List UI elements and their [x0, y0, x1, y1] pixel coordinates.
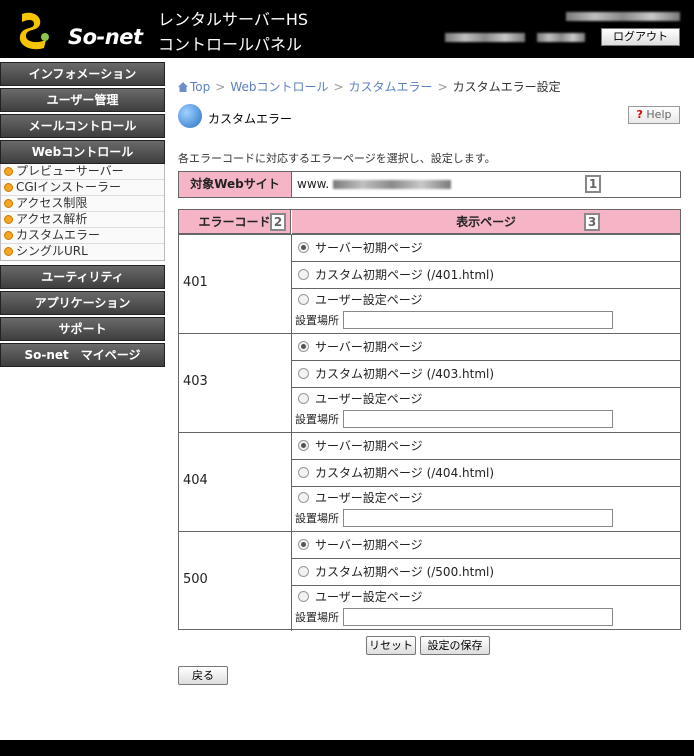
callout-number-1: 1	[585, 175, 601, 193]
radio-selected[interactable]	[298, 539, 309, 550]
logout-button[interactable]: ログアウト	[601, 28, 680, 46]
option-user-defined: ユーザー設定ページ 設置場所	[292, 586, 680, 629]
logo-mark-icon	[19, 12, 49, 50]
sidebar-subitem-access-restriction[interactable]: アクセス制限	[1, 196, 164, 212]
sidebar-item-mail-control[interactable]: メールコントロール	[0, 114, 165, 138]
radio-selected[interactable]	[298, 341, 309, 352]
location-input[interactable]	[343, 509, 613, 527]
target-site-row: 対象Webサイト www. 1	[178, 171, 681, 198]
bullet-icon	[4, 183, 13, 192]
logo-text: So-net	[68, 25, 143, 49]
reset-button[interactable]: リセット	[366, 636, 416, 655]
option-server-default[interactable]: サーバー初期ページ	[292, 334, 680, 361]
radio[interactable]	[298, 591, 309, 602]
save-settings-button[interactable]: 設定の保存	[420, 636, 490, 655]
sidebar-subitem-preview-server[interactable]: プレビューサーバー	[1, 164, 164, 180]
radio-selected[interactable]	[298, 440, 309, 451]
sidebar: インフォメーション ユーザー管理 メールコントロール Webコントロール プレビ…	[0, 62, 165, 369]
page-options: サーバー初期ページ カスタム初期ページ (/401.html) ユーザー設定ペー…	[292, 235, 680, 332]
help-button[interactable]: ? Help	[628, 106, 680, 124]
globe-icon	[178, 104, 202, 128]
sidebar-item-information[interactable]: インフォメーション	[0, 62, 165, 86]
error-code: 500	[183, 572, 208, 587]
redacted-info	[566, 12, 680, 21]
option-custom-default[interactable]: カスタム初期ページ (/404.html)	[292, 460, 680, 487]
callout-number-3: 3	[584, 213, 600, 231]
radio[interactable]	[298, 368, 309, 379]
so-net-logo: So-net	[18, 10, 148, 50]
option-user-defined: ユーザー設定ページ 設置場所	[292, 289, 680, 332]
sidebar-item-user-management[interactable]: ユーザー管理	[0, 88, 165, 112]
sidebar-submenu: プレビューサーバー CGIインストーラー アクセス制限 アクセス解析 カスタムエ…	[0, 164, 165, 261]
radio[interactable]	[298, 294, 309, 305]
column-header-display-page: 表示ページ	[292, 210, 680, 234]
error-row: 500 サーバー初期ページ カスタム初期ページ (/500.html) ユーザー…	[179, 531, 680, 631]
sidebar-item-web-control[interactable]: Webコントロール	[0, 140, 165, 164]
error-row: 404 サーバー初期ページ カスタム初期ページ (/404.html) ユーザー…	[179, 432, 680, 532]
sidebar-item-support[interactable]: サポート	[0, 317, 165, 341]
location-input[interactable]	[343, 410, 613, 428]
location-input[interactable]	[343, 311, 613, 329]
bullet-icon	[4, 231, 13, 240]
breadcrumb-custom-error-link[interactable]: カスタムエラー	[349, 80, 433, 94]
bullet-icon	[4, 215, 13, 224]
breadcrumb-top-link[interactable]: Top	[190, 80, 210, 94]
error-row: 403 サーバー初期ページ カスタム初期ページ (/403.html) ユーザー…	[179, 333, 680, 433]
redacted-domain	[333, 180, 451, 189]
home-icon	[178, 82, 188, 92]
option-custom-default[interactable]: カスタム初期ページ (/500.html)	[292, 559, 680, 586]
breadcrumb: Top > Webコントロール > カスタムエラー > カスタムエラー設定	[178, 78, 561, 95]
option-user-defined: ユーザー設定ページ 設置場所	[292, 388, 680, 431]
error-code: 403	[183, 374, 208, 389]
target-site-label: 対象Webサイト	[179, 172, 292, 197]
radio[interactable]	[298, 393, 309, 404]
sidebar-item-utility[interactable]: ユーティリティ	[0, 265, 165, 289]
sidebar-subitem-cgi-installer[interactable]: CGIインストーラー	[1, 180, 164, 196]
error-code: 404	[183, 473, 208, 488]
error-row: 401 サーバー初期ページ カスタム初期ページ (/401.html) ユーザー…	[179, 234, 680, 334]
breadcrumb-current: カスタムエラー設定	[452, 80, 561, 94]
sidebar-subitem-single-url[interactable]: シングルURL	[1, 244, 164, 260]
sidebar-item-mypage[interactable]: So-net マイページ	[0, 343, 165, 367]
sidebar-subitem-access-analysis[interactable]: アクセス解析	[1, 212, 164, 228]
page-options: サーバー初期ページ カスタム初期ページ (/404.html) ユーザー設定ペー…	[292, 433, 680, 530]
radio[interactable]	[298, 492, 309, 503]
redacted-info	[537, 33, 585, 42]
target-site-value: www.	[297, 177, 330, 191]
radio[interactable]	[298, 566, 309, 577]
footer-bar	[0, 740, 694, 756]
sidebar-item-application[interactable]: アプリケーション	[0, 291, 165, 315]
error-code-table: エラーコード 2 表示ページ 3 401 サーバー初期ページ カスタム初期ページ…	[178, 209, 681, 631]
redacted-info	[445, 33, 525, 42]
option-server-default[interactable]: サーバー初期ページ	[292, 433, 680, 460]
radio[interactable]	[298, 467, 309, 478]
bullet-icon	[4, 247, 13, 256]
option-user-defined: ユーザー設定ページ 設置場所	[292, 487, 680, 530]
callout-number-2: 2	[270, 213, 286, 231]
breadcrumb-web-control-link[interactable]: Webコントロール	[230, 80, 328, 94]
page-options: サーバー初期ページ カスタム初期ページ (/403.html) ユーザー設定ペー…	[292, 334, 680, 431]
bullet-icon	[4, 167, 13, 176]
error-code: 401	[183, 275, 208, 290]
page-description: 各エラーコードに対応するエラーページを選択し、設定します。	[178, 152, 496, 165]
header-title-line2: コントロールパネル	[158, 35, 303, 54]
page-options: サーバー初期ページ カスタム初期ページ (/500.html) ユーザー設定ペー…	[292, 532, 680, 629]
location-input[interactable]	[343, 608, 613, 626]
page-title: カスタムエラー	[208, 112, 293, 126]
bullet-icon	[4, 199, 13, 208]
radio[interactable]	[298, 269, 309, 280]
option-server-default[interactable]: サーバー初期ページ	[292, 532, 680, 559]
radio-selected[interactable]	[298, 242, 309, 253]
header: So-net レンタルサーバーHS コントロールパネル ログアウト	[0, 0, 694, 58]
header-title-line1: レンタルサーバーHS	[158, 10, 309, 29]
back-button[interactable]: 戻る	[178, 666, 228, 685]
option-server-default[interactable]: サーバー初期ページ	[292, 235, 680, 262]
option-custom-default[interactable]: カスタム初期ページ (/401.html)	[292, 262, 680, 289]
sidebar-subitem-custom-error[interactable]: カスタムエラー	[1, 228, 164, 244]
option-custom-default[interactable]: カスタム初期ページ (/403.html)	[292, 361, 680, 388]
